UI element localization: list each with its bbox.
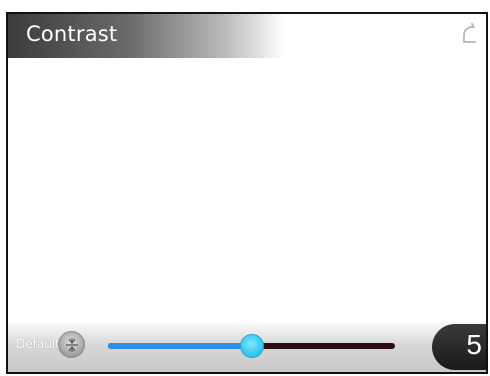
slider-fill xyxy=(108,343,252,349)
value-display: 5 xyxy=(432,324,486,370)
control-bar: Default 5 xyxy=(8,322,486,372)
contrast-slider[interactable] xyxy=(108,334,395,358)
page-title: Contrast xyxy=(26,22,118,46)
back-arrow-icon xyxy=(463,23,476,43)
slider-thumb[interactable] xyxy=(239,334,264,358)
content-area xyxy=(8,58,486,324)
contrast-value: 5 xyxy=(466,329,482,360)
default-button[interactable] xyxy=(58,331,85,358)
reset-default-icon xyxy=(65,337,78,352)
contrast-screen: Contrast Default 5 xyxy=(6,12,488,374)
default-label: Default xyxy=(16,337,60,351)
title-bar: Contrast xyxy=(8,14,486,58)
back-button[interactable] xyxy=(456,22,482,48)
